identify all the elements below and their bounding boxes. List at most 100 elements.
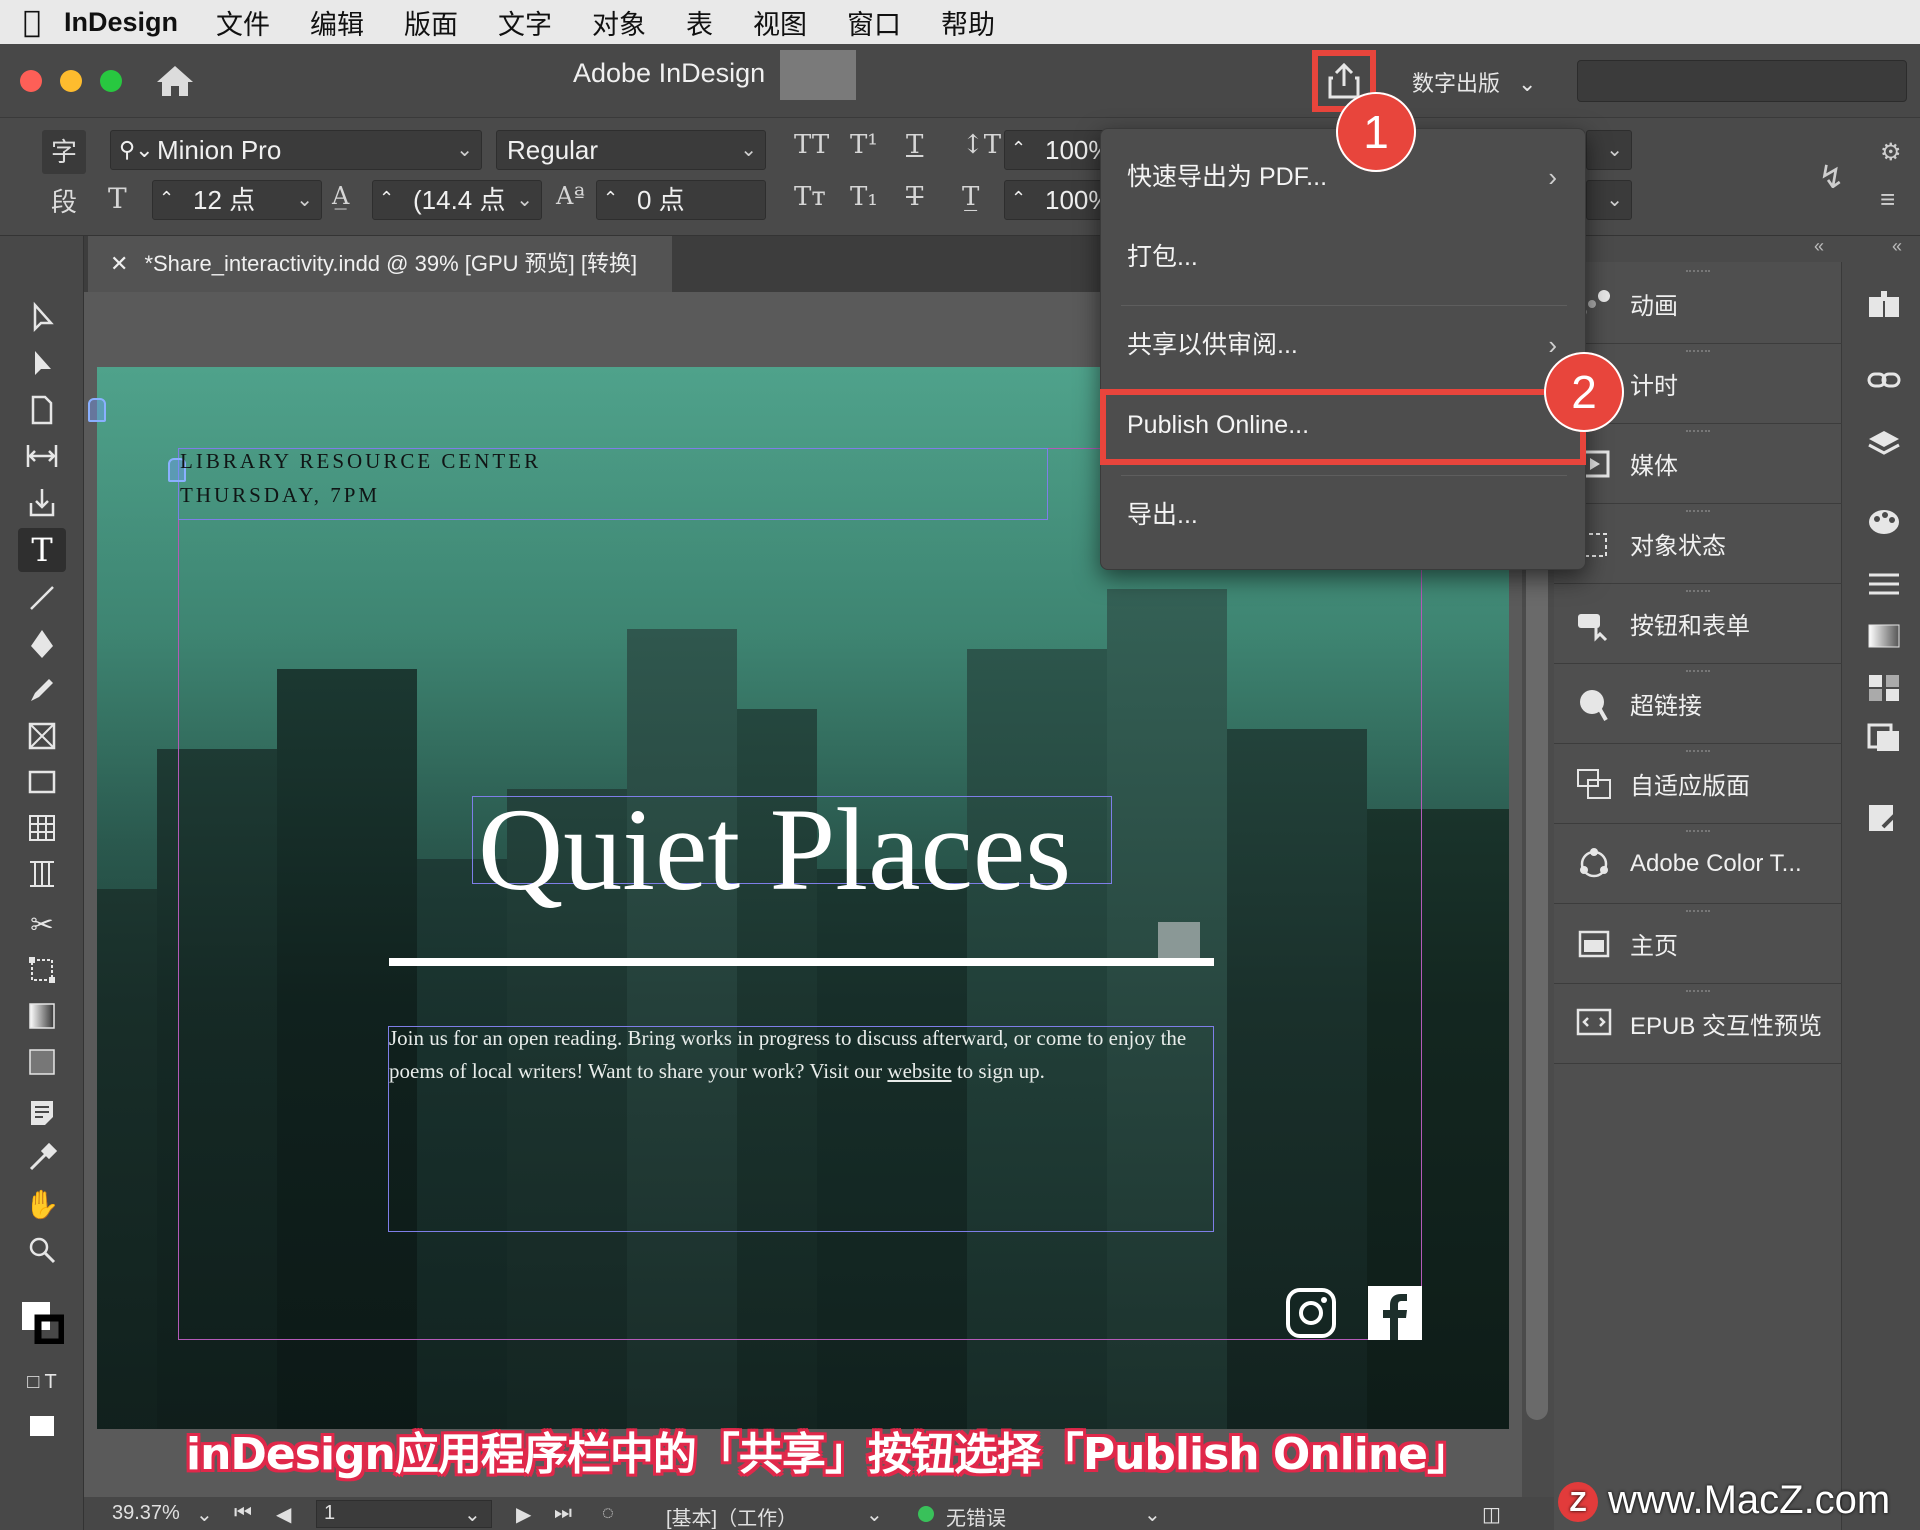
panel-item-epub-preview[interactable]: EPUB 交互性预览 [1554, 984, 1842, 1064]
menu-object[interactable]: 对象 [592, 3, 646, 42]
panel-item-hyperlinks[interactable]: 超链接 [1554, 664, 1842, 744]
preflight-status[interactable]: 无错误 [946, 1502, 1006, 1530]
pencil-tool-icon[interactable] [18, 668, 66, 712]
menu-file[interactable]: 文件 [216, 3, 270, 42]
menu-view[interactable]: 视图 [753, 3, 807, 42]
stepper-icon[interactable]: ⌃ [1011, 181, 1026, 217]
grid-tool-icon[interactable] [18, 852, 66, 896]
edit-panel-icon[interactable] [1860, 796, 1908, 840]
vertical-scale-field[interactable]: ⌃ 100% [1004, 130, 1114, 170]
chevron-down-icon[interactable]: ⌄ [464, 1502, 481, 1527]
panel-item-liquid-layout[interactable]: 自适应版面 [1554, 744, 1842, 824]
panel-item-buttons-forms[interactable]: 按钮和表单 [1554, 584, 1842, 664]
instagram-icon[interactable] [1284, 1286, 1338, 1340]
superscript-icon[interactable]: T¹ [850, 130, 878, 160]
website-link[interactable]: website [887, 1059, 951, 1083]
stepper-icon[interactable]: ⌃ [1011, 131, 1026, 167]
strikethrough-icon[interactable]: T [906, 182, 923, 212]
layers-panel-icon[interactable] [1860, 422, 1908, 466]
color-panel-icon[interactable] [1860, 666, 1908, 710]
close-icon[interactable]: ✕ [110, 251, 128, 276]
hand-tool-icon[interactable]: ✋ [18, 1182, 66, 1226]
horizontal-scale-field[interactable]: ⌃ 100% [1004, 180, 1114, 220]
gradient-panel-icon[interactable] [1860, 614, 1908, 658]
chevron-down-icon[interactable]: ⌄ [1144, 1502, 1161, 1527]
formatting-container-icon[interactable]: □ T [18, 1360, 66, 1404]
small-caps-icon[interactable]: Tт [794, 182, 826, 212]
menu-table[interactable]: 表 [686, 3, 713, 42]
panel-menu-icon[interactable]: ≡ [1880, 184, 1895, 215]
apple-menu-icon[interactable]:  [0, 5, 64, 40]
font-size-field[interactable]: ⌃ 12 点 ⌄ [152, 180, 322, 220]
leading-field[interactable]: ⌃ (14.4 点 ⌄ [372, 180, 542, 220]
pages-panel-icon[interactable] [1860, 282, 1908, 326]
menu-type[interactable]: 文字 [498, 3, 552, 42]
menu-help[interactable]: 帮助 [941, 3, 995, 42]
direct-selection-tool-icon[interactable] [18, 342, 66, 386]
home-icon[interactable] [155, 64, 195, 98]
font-style-field[interactable]: Regular ⌄ [496, 130, 766, 170]
stepper-icon[interactable]: ⌃ [603, 181, 618, 217]
menu-item-package[interactable]: 打包... [1101, 227, 1587, 287]
menu-item-share-for-review[interactable]: 共享以供审阅... › [1101, 315, 1587, 375]
swatches-panel-icon[interactable] [1860, 500, 1908, 544]
type-tool-icon[interactable]: T [18, 528, 66, 572]
menu-app-indesign[interactable]: InDesign [64, 7, 178, 38]
stepper-icon[interactable]: ⌃ [379, 181, 394, 217]
zoom-window-button[interactable] [100, 70, 122, 92]
chevron-down-icon[interactable]: ⌄ [196, 1502, 213, 1527]
paragraph-mode-button[interactable]: 段 [42, 180, 86, 224]
rectangle-tool-icon[interactable] [18, 760, 66, 804]
effects-panel-icon[interactable] [1860, 716, 1908, 760]
minimize-window-button[interactable] [60, 70, 82, 92]
screen-mode-icon[interactable] [18, 1404, 66, 1448]
character-mode-button[interactable]: 字 [42, 130, 86, 174]
gradient-feather-tool-icon[interactable] [18, 1040, 66, 1084]
gradient-swatch-tool-icon[interactable] [18, 994, 66, 1038]
panel-item-media[interactable]: 媒体 [1554, 424, 1842, 504]
rectangle-frame-tool-icon[interactable] [18, 714, 66, 758]
image-placeholder-icon[interactable] [1158, 922, 1200, 958]
collapse-panels-icon[interactable]: « [1892, 236, 1902, 257]
selection-tool-icon[interactable] [18, 296, 66, 340]
next-page-icon[interactable]: ▶ [516, 1502, 531, 1527]
menu-layout[interactable]: 版面 [404, 3, 458, 42]
panel-item-animation[interactable]: 动画 [1554, 264, 1842, 344]
gear-icon[interactable]: ⚙ [1880, 138, 1902, 167]
last-page-icon[interactable]: ⏭ [554, 1502, 572, 1525]
table-tool-icon[interactable] [18, 806, 66, 850]
panel-item-object-states[interactable]: 对象状态 [1554, 504, 1842, 584]
gap-tool-icon[interactable] [18, 434, 66, 478]
document-tab[interactable]: ✕ *Share_interactivity.indd @ 39% [GPU 预览… [88, 236, 672, 292]
baseline-shift-field[interactable]: ⌃ 0 点 [596, 180, 766, 220]
panel-item-pages[interactable]: 主页 [1554, 904, 1842, 984]
page-tool-icon[interactable] [18, 388, 66, 432]
first-page-icon[interactable]: ⏮ [234, 1502, 252, 1525]
stepper-icon[interactable]: ⌃ [159, 181, 174, 217]
collapsed-dropdown[interactable]: ⌄ [1586, 130, 1632, 170]
links-panel-icon[interactable] [1860, 358, 1908, 402]
content-collector-icon[interactable] [18, 480, 66, 524]
collapsed-dropdown[interactable]: ⌄ [1586, 180, 1632, 220]
chevron-down-icon[interactable]: ⌄ [866, 1502, 883, 1527]
menu-edit[interactable]: 编辑 [310, 3, 364, 42]
pen-tool-icon[interactable] [18, 622, 66, 666]
zoom-tool-icon[interactable] [18, 1228, 66, 1272]
stroke-panel-icon[interactable] [1860, 562, 1908, 606]
underline-icon[interactable]: T [906, 130, 923, 160]
line-tool-icon[interactable] [18, 576, 66, 620]
font-family-field[interactable]: ⚲⌄ Minion Pro ⌄ [110, 130, 482, 170]
eyedropper-tool-icon[interactable] [18, 1136, 66, 1180]
quick-apply-icon[interactable]: ↯ [1818, 158, 1845, 196]
collapse-panels-icon[interactable]: « [1814, 236, 1824, 257]
previous-page-icon[interactable]: ◀ [276, 1502, 291, 1527]
scissors-tool-icon[interactable]: ✂ [18, 902, 66, 946]
open-document-icon[interactable]: ◌ [602, 1502, 614, 1525]
free-transform-tool-icon[interactable] [18, 948, 66, 992]
all-caps-icon[interactable]: TT [794, 130, 829, 160]
close-window-button[interactable] [20, 70, 42, 92]
preflight-profile[interactable]: [基本]（工作） [666, 1502, 797, 1530]
workspace-switcher[interactable]: 数字出版 ⌄ [1412, 66, 1536, 98]
note-tool-icon[interactable] [18, 1090, 66, 1134]
scrollbar-thumb[interactable] [1526, 560, 1548, 1420]
